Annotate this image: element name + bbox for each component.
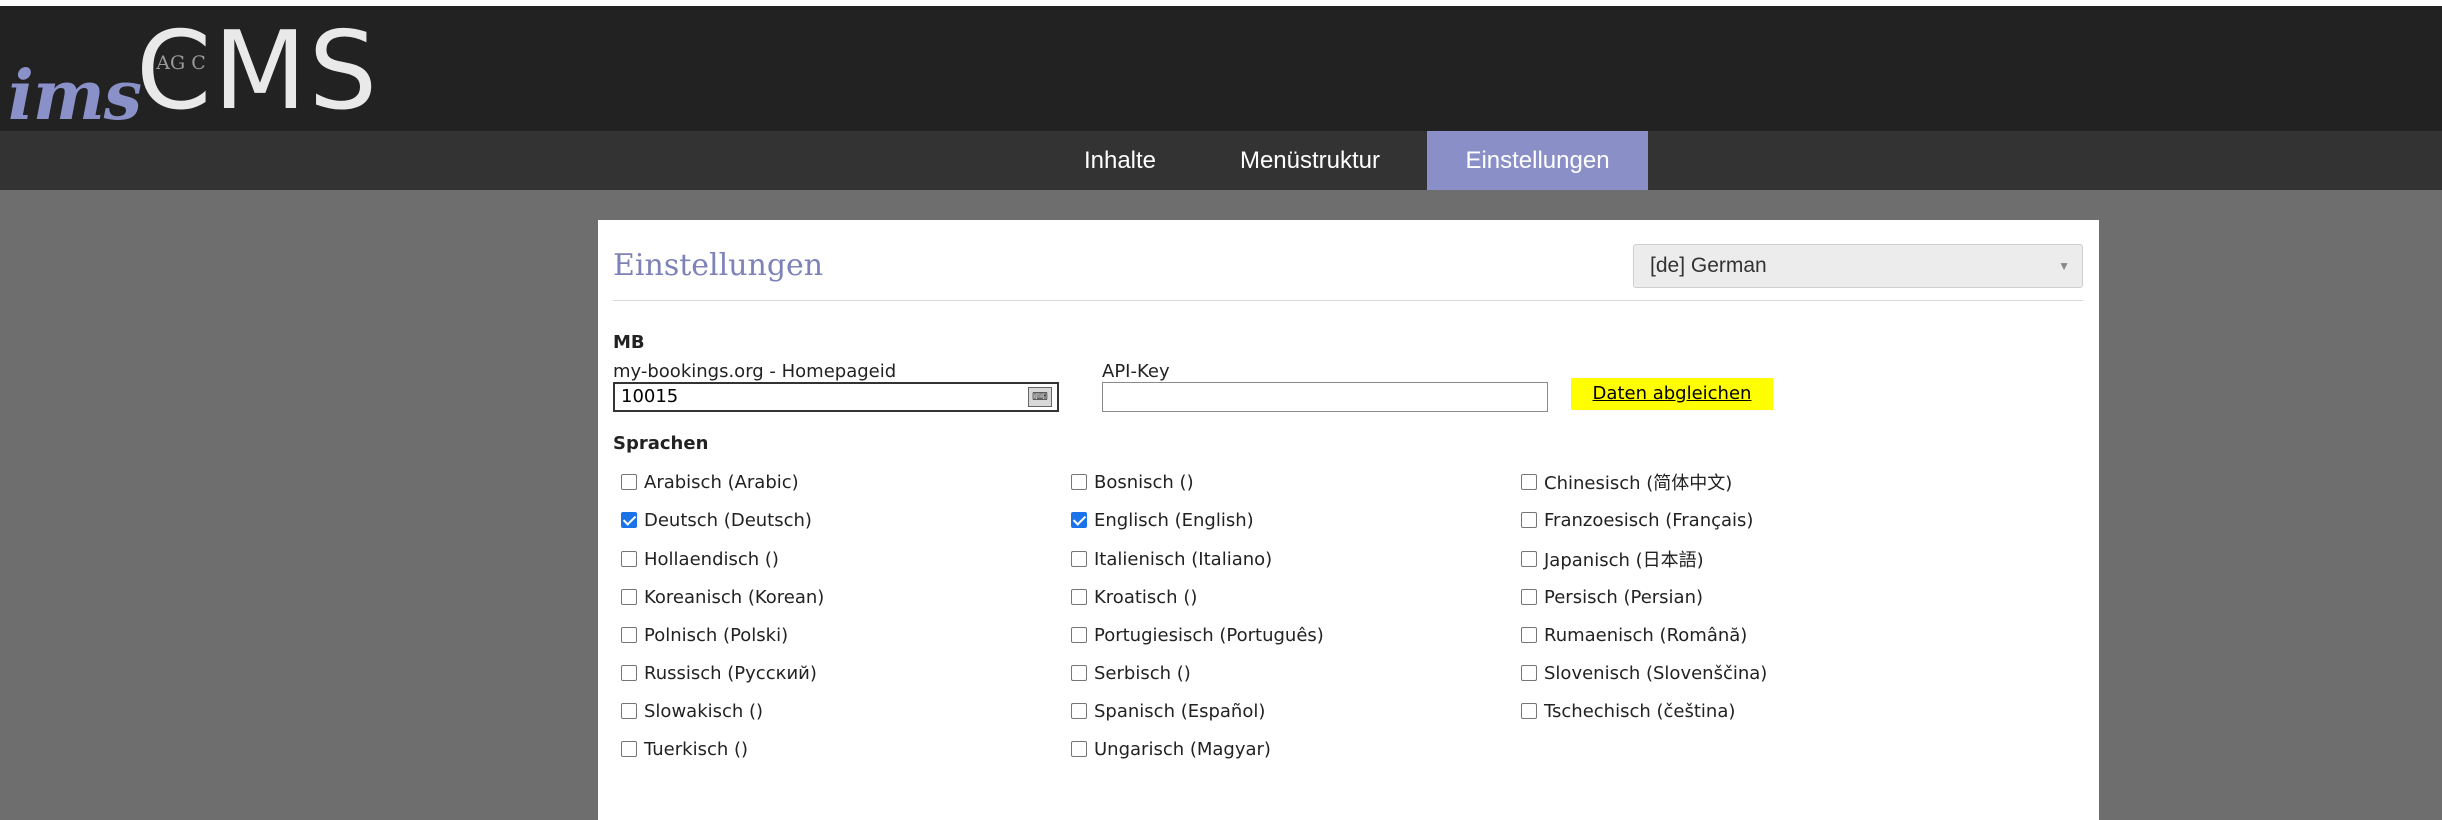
language-option-japanisch[interactable]: Japanisch (日本語) xyxy=(1521,547,1704,571)
app-header: ims CMS AG C xyxy=(0,6,2442,137)
checkbox-italienisch[interactable] xyxy=(1071,551,1087,567)
language-option-tuerkisch[interactable]: Tuerkisch () xyxy=(621,737,748,761)
settings-panel: Einstellungen [de] German ▼ MB my-bookin… xyxy=(598,220,2099,820)
mb-section-heading: MB xyxy=(613,332,645,353)
page-title: Einstellungen xyxy=(613,248,824,283)
language-select-value: [de] German xyxy=(1650,254,1767,277)
language-option-tschechisch[interactable]: Tschechisch (čeština) xyxy=(1521,699,1735,723)
language-option-russisch[interactable]: Russisch (Русский) xyxy=(621,661,817,685)
homepageid-value: 10015 xyxy=(621,386,679,407)
checkbox-arabisch[interactable] xyxy=(621,474,637,490)
logo-agc-text: AG C xyxy=(156,52,206,74)
title-divider xyxy=(613,300,2083,301)
checkbox-persisch[interactable] xyxy=(1521,589,1537,605)
language-label: Deutsch (Deutsch) xyxy=(644,509,812,531)
keyboard-icon[interactable]: ⌨ xyxy=(1028,387,1052,407)
language-label: Rumaenisch (Română) xyxy=(1544,624,1748,646)
language-label: Portugiesisch (Português) xyxy=(1094,624,1324,646)
language-option-spanisch[interactable]: Spanisch (Español) xyxy=(1071,699,1265,723)
language-option-arabisch[interactable]: Arabisch (Arabic) xyxy=(621,470,799,494)
language-option-hollaendisch[interactable]: Hollaendisch () xyxy=(621,547,779,571)
checkbox-portugiesisch[interactable] xyxy=(1071,627,1087,643)
language-label: Tschechisch (čeština) xyxy=(1544,700,1736,722)
language-label: Japanisch (日本語) xyxy=(1544,550,1704,571)
language-option-koreanisch[interactable]: Koreanisch (Korean) xyxy=(621,585,824,609)
language-option-ungarisch[interactable]: Ungarisch (Magyar) xyxy=(1071,737,1271,761)
language-option-persisch[interactable]: Persisch (Persian) xyxy=(1521,585,1703,609)
checkbox-deutsch[interactable] xyxy=(621,512,637,528)
language-option-slovenisch[interactable]: Slovenisch (Slovenščina) xyxy=(1521,661,1767,685)
language-label: Kroatisch () xyxy=(1094,586,1198,608)
checkbox-franzoesisch[interactable] xyxy=(1521,512,1537,528)
language-label: Koreanisch (Korean) xyxy=(644,586,825,608)
homepageid-label: my-bookings.org - Homepageid xyxy=(613,361,897,382)
checkbox-englisch[interactable] xyxy=(1071,512,1087,528)
language-option-bosnisch[interactable]: Bosnisch () xyxy=(1071,470,1194,494)
checkbox-hollaendisch[interactable] xyxy=(621,551,637,567)
sync-data-link[interactable]: Daten abgleichen xyxy=(1571,378,1773,410)
language-option-portugiesisch[interactable]: Portugiesisch (Português) xyxy=(1071,623,1324,647)
checkbox-chinesisch[interactable] xyxy=(1521,474,1537,490)
apikey-input[interactable] xyxy=(1102,382,1548,412)
language-label: Russisch (Русский) xyxy=(644,662,817,684)
language-label: Slovenisch (Slovenščina) xyxy=(1544,662,1768,684)
checkbox-koreanisch[interactable] xyxy=(621,589,637,605)
language-label: Englisch (English) xyxy=(1094,509,1254,531)
language-label: Slowakisch () xyxy=(644,700,764,722)
checkbox-slowakisch[interactable] xyxy=(621,703,637,719)
homepageid-input[interactable]: 10015 ⌨ xyxy=(613,382,1059,412)
checkbox-serbisch[interactable] xyxy=(1071,665,1087,681)
language-option-polnisch[interactable]: Polnisch (Polski) xyxy=(621,623,788,647)
checkbox-ungarisch[interactable] xyxy=(1071,741,1087,757)
language-label: Italienisch (Italiano) xyxy=(1094,548,1273,570)
sprachen-section-heading: Sprachen xyxy=(613,433,709,454)
checkbox-kroatisch[interactable] xyxy=(1071,589,1087,605)
language-label: Tuerkisch () xyxy=(644,738,749,760)
language-label: Arabisch (Arabic) xyxy=(644,471,799,493)
language-label: Franzoesisch (Français) xyxy=(1544,509,1754,531)
language-option-slowakisch[interactable]: Slowakisch () xyxy=(621,699,763,723)
checkbox-tschechisch[interactable] xyxy=(1521,703,1537,719)
apikey-label: API-Key xyxy=(1102,361,1170,382)
logo-ims-text: ims xyxy=(8,56,142,136)
nav-item-inhalte[interactable]: Inhalte xyxy=(1053,131,1187,190)
nav-item-einstellungen[interactable]: Einstellungen xyxy=(1427,131,1648,190)
language-label: Spanisch (Español) xyxy=(1094,700,1266,722)
language-option-serbisch[interactable]: Serbisch () xyxy=(1071,661,1191,685)
checkbox-russisch[interactable] xyxy=(621,665,637,681)
language-option-chinesisch[interactable]: Chinesisch (简体中文) xyxy=(1521,470,1732,494)
language-option-deutsch[interactable]: Deutsch (Deutsch) xyxy=(621,508,812,532)
checkbox-spanisch[interactable] xyxy=(1071,703,1087,719)
checkbox-slovenisch[interactable] xyxy=(1521,665,1537,681)
checkbox-polnisch[interactable] xyxy=(621,627,637,643)
language-option-italienisch[interactable]: Italienisch (Italiano) xyxy=(1071,547,1272,571)
language-option-kroatisch[interactable]: Kroatisch () xyxy=(1071,585,1197,609)
language-option-rumaenisch[interactable]: Rumaenisch (Română) xyxy=(1521,623,1747,647)
language-label: Chinesisch (简体中文) xyxy=(1544,473,1733,494)
language-label: Persisch (Persian) xyxy=(1544,586,1704,608)
chevron-down-icon: ▼ xyxy=(2058,259,2070,273)
checkbox-rumaenisch[interactable] xyxy=(1521,627,1537,643)
language-label: Polnisch (Polski) xyxy=(644,624,789,646)
main-nav: Inhalte Menüstruktur Einstellungen xyxy=(0,131,2442,190)
language-label: Hollaendisch () xyxy=(644,548,779,570)
checkbox-japanisch[interactable] xyxy=(1521,551,1537,567)
checkbox-bosnisch[interactable] xyxy=(1071,474,1087,490)
language-label: Serbisch () xyxy=(1094,662,1191,684)
nav-item-menuestruktur[interactable]: Menüstruktur xyxy=(1212,131,1408,190)
language-select[interactable]: [de] German ▼ xyxy=(1633,244,2083,288)
language-label: Ungarisch (Magyar) xyxy=(1094,738,1271,760)
language-label: Bosnisch () xyxy=(1094,471,1194,493)
ims-cms-logo[interactable]: ims CMS AG C xyxy=(8,16,377,137)
checkbox-tuerkisch[interactable] xyxy=(621,741,637,757)
language-option-englisch[interactable]: Englisch (English) xyxy=(1071,508,1254,532)
language-option-franzoesisch[interactable]: Franzoesisch (Français) xyxy=(1521,508,1753,532)
